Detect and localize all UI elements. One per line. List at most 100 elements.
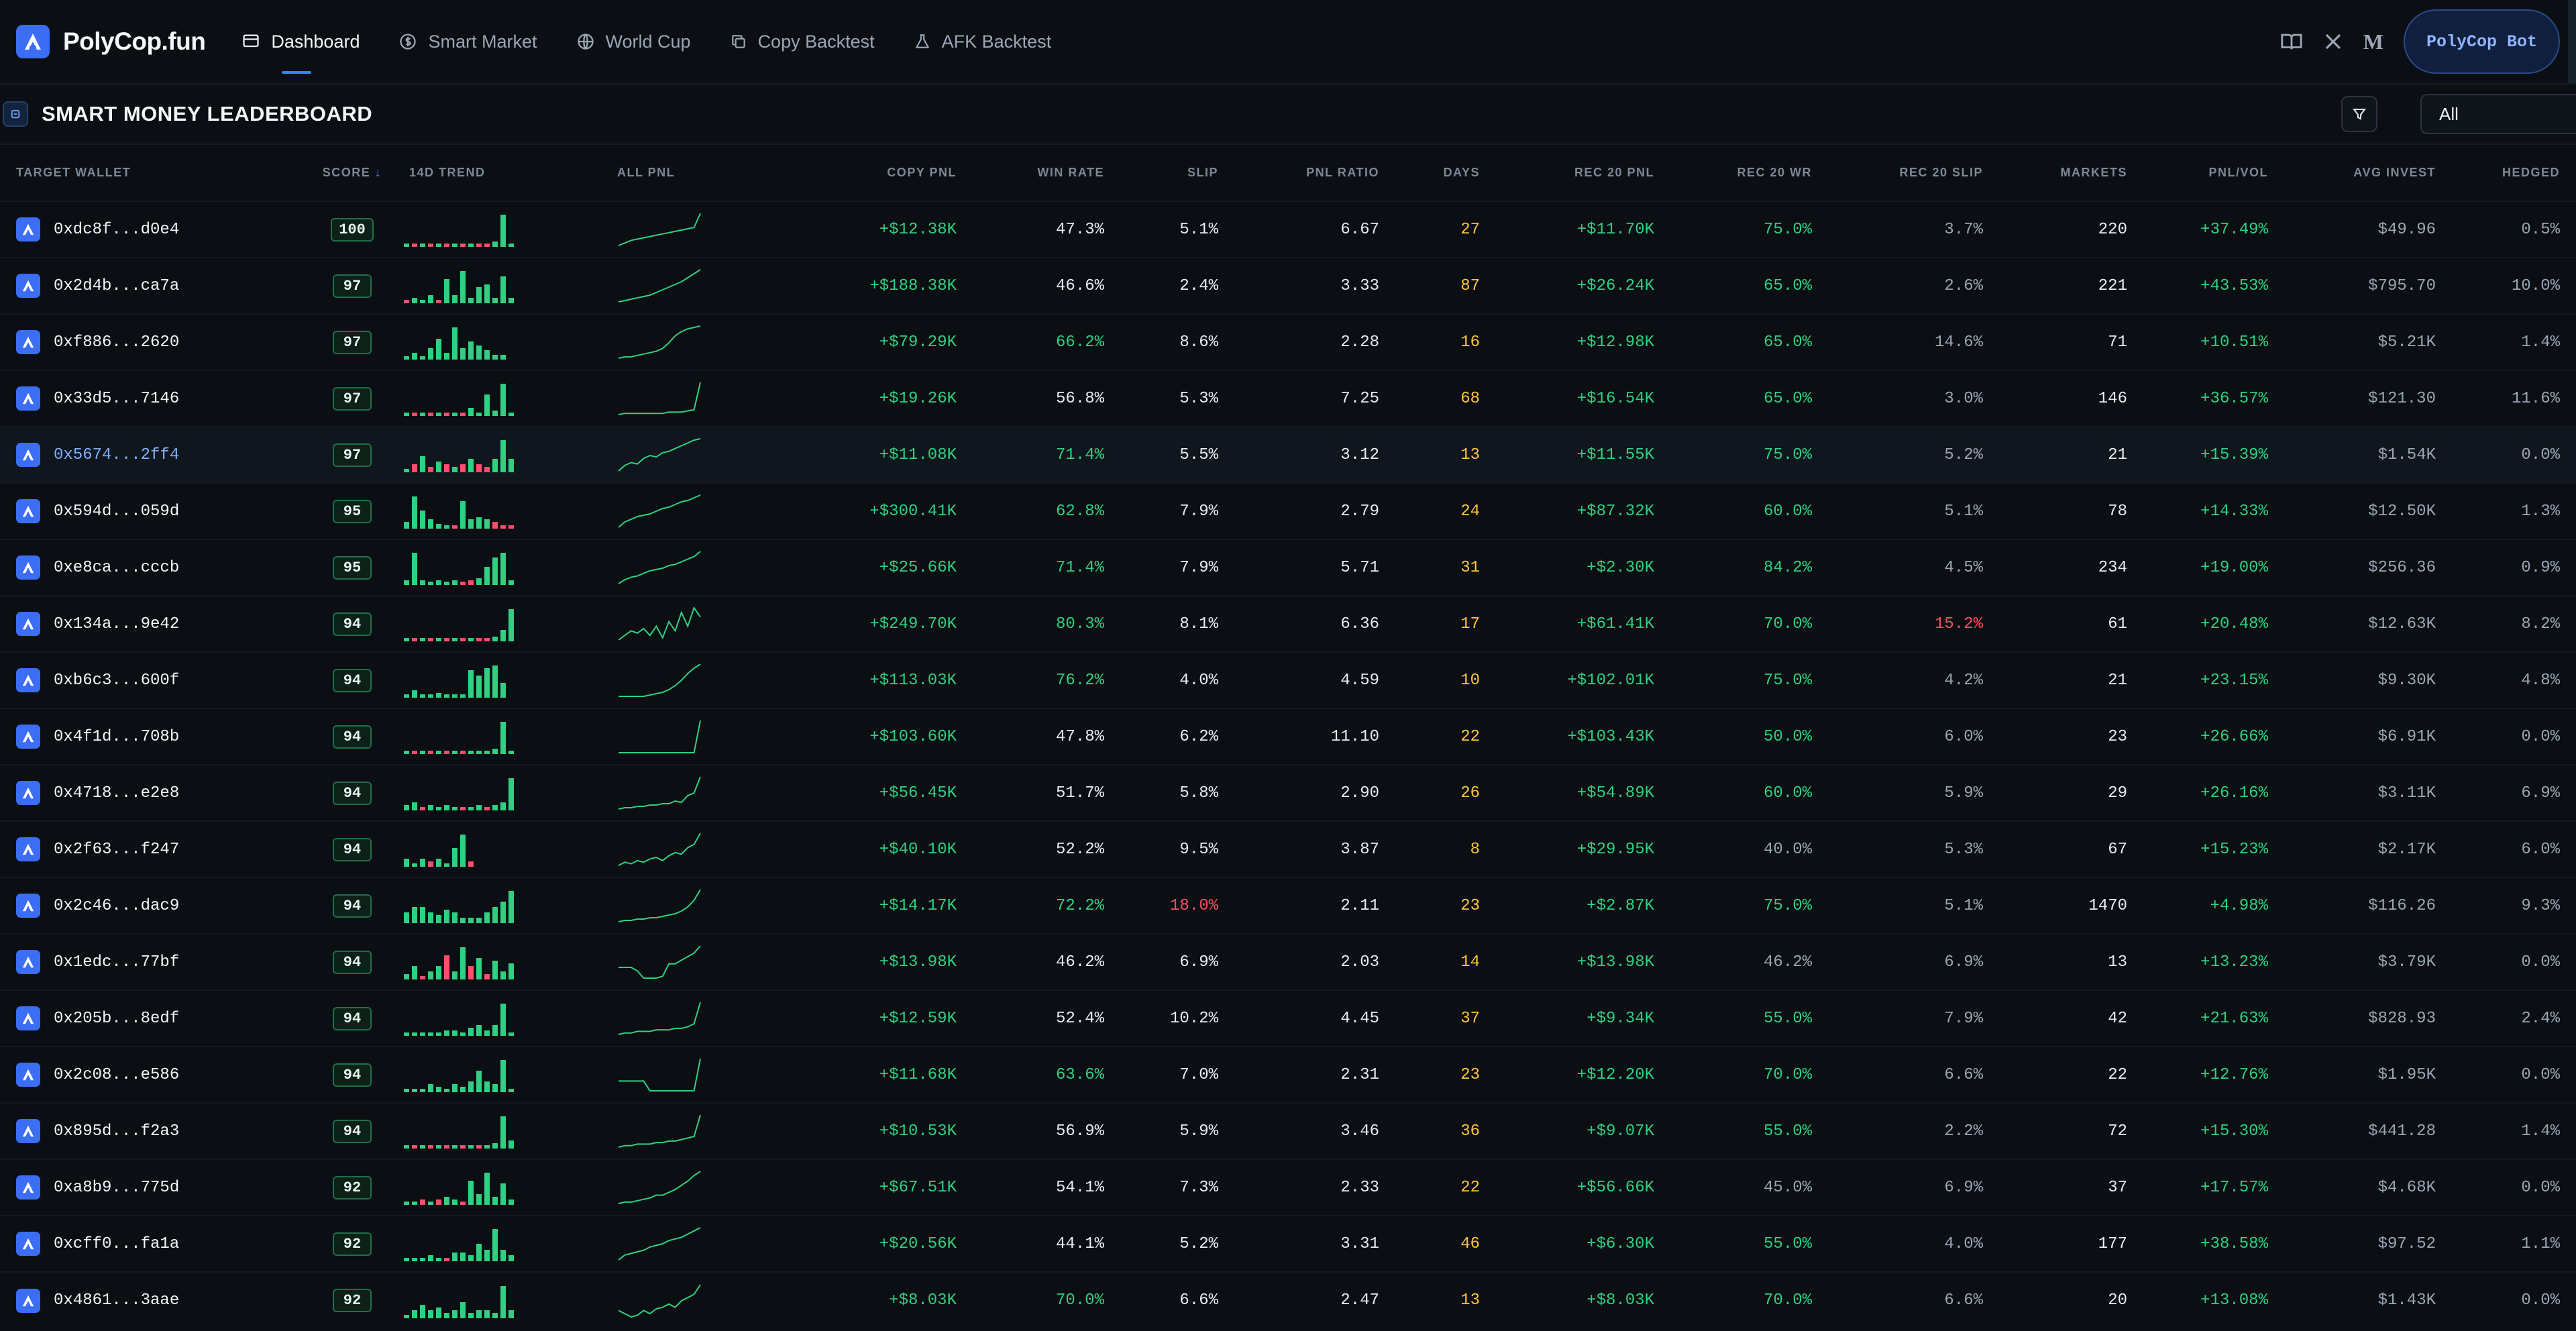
col-rec20-wr[interactable]: REC 20 WR (1670, 145, 1828, 201)
table-row[interactable]: 0xdc8f...d0e4 100 +$12.38K 47.3% 5.1% 6.67 27 +… (0, 201, 2576, 258)
table-row[interactable]: 0x1edc...77bf 94 +$13.98K 46.2% 6.9% 2.03 14 +$… (0, 933, 2576, 990)
table-row[interactable]: 0x2f63...f247 94 +$40.10K 52.2% 9.5% 3.87 8 +$2… (0, 820, 2576, 877)
filter-select[interactable]: All (2420, 94, 2576, 134)
wallet[interactable]: 0xf886...2620 (16, 330, 302, 354)
wallet-cell[interactable]: 0x1edc...77bf (0, 933, 302, 990)
col-days[interactable]: DAYS (1395, 145, 1496, 201)
trend-bar (476, 676, 482, 698)
col-avg-invest[interactable]: AVG INVEST (2284, 145, 2452, 201)
wallet-cell[interactable]: 0xb6c3...600f (0, 651, 302, 708)
wallet[interactable]: 0x33d5...7146 (16, 386, 302, 411)
nav-smart-market[interactable]: Smart Market (398, 0, 537, 83)
trend-cell (402, 482, 617, 539)
nav-copy-backtest[interactable]: Copy Backtest (730, 0, 875, 83)
wallet[interactable]: 0xb6c3...600f (16, 668, 302, 692)
col-hedged[interactable]: HEDGED (2452, 145, 2576, 201)
wallet-cell[interactable]: 0xe8ca...cccb (0, 539, 302, 596)
scrollbar[interactable] (2568, 0, 2576, 83)
wallet[interactable]: 0x134a...9e42 (16, 612, 302, 636)
table-row[interactable]: 0x2c08...e586 94 +$11.68K 63.6% 7.0% 2.31 23 +$… (0, 1046, 2576, 1103)
table-row[interactable]: 0xf886...2620 97 +$79.29K 66.2% 8.6% 2.28 16 +$… (0, 313, 2576, 370)
col-copy-pnl[interactable]: COPY PNL (745, 145, 973, 201)
filter-button[interactable] (2341, 96, 2377, 132)
wallet[interactable]: 0x2d4b...ca7a (16, 274, 302, 298)
nav-world-cup[interactable]: World Cup (576, 0, 691, 83)
wallet-cell[interactable]: 0x895d...f2a3 (0, 1102, 302, 1159)
rec20-wr-cell: 55.0% (1670, 990, 1828, 1047)
col-pnl-ratio[interactable]: PNL RATIO (1234, 145, 1395, 201)
wallet[interactable]: 0xe8ca...cccb (16, 555, 302, 580)
wallet[interactable]: 0x2c08...e586 (16, 1063, 302, 1087)
wallet-cell[interactable]: 0x33d5...7146 (0, 370, 302, 427)
table-row[interactable]: 0xcff0...fa1a 92 +$20.56K 44.1% 5.2% 3.31 46 +$… (0, 1215, 2576, 1272)
table-row[interactable]: 0x895d...f2a3 94 +$10.53K 56.9% 5.9% 3.46 36 +$… (0, 1102, 2576, 1159)
table-row[interactable]: 0xa8b9...775d 92 +$67.51K 54.1% 7.3% 2.33 22 +$… (0, 1159, 2576, 1216)
trend-bar (404, 638, 409, 641)
trend-bar (436, 244, 441, 247)
wallet-address: 0xcff0...fa1a (54, 1234, 180, 1253)
wallet-cell[interactable]: 0x4861...3aae (0, 1271, 302, 1328)
wallet-cell[interactable]: 0xf886...2620 (0, 313, 302, 370)
wallet-cell[interactable]: 0x4718...e2e8 (0, 764, 302, 821)
nav-afk-backtest[interactable]: AFK Backtest (914, 0, 1051, 83)
nav-dashboard[interactable]: Dashboard (241, 0, 360, 83)
wallet[interactable]: 0x4861...3aae (16, 1288, 302, 1313)
table-row[interactable]: 0xb6c3...600f 94 +$113.03K 76.2% 4.0% 4.59 10 +… (0, 651, 2576, 708)
table-row[interactable]: 0xe8ca...cccb 95 +$25.66K 71.4% 7.9% 5.71 31 +$… (0, 539, 2576, 596)
table-row[interactable]: 0x4861...3aae 92 +$8.03K 70.0% 6.6% 2.47 13 +$8… (0, 1271, 2576, 1328)
table-row[interactable]: 0x5674...2ff4 97 +$11.08K 71.4% 5.5% 3.12 13 +$… (0, 426, 2576, 483)
wallet[interactable]: 0x2f63...f247 (16, 837, 302, 861)
wallet[interactable]: 0x205b...8edf (16, 1006, 302, 1030)
wallet[interactable]: 0x1edc...77bf (16, 950, 302, 974)
col-markets[interactable]: MARKETS (1999, 145, 2143, 201)
col-rec20-slip[interactable]: REC 20 SLIP (1828, 145, 1999, 201)
wallet-cell[interactable]: 0x2c46...dac9 (0, 877, 302, 934)
wallet-cell[interactable]: 0xcff0...fa1a (0, 1215, 302, 1272)
wallet[interactable]: 0x2c46...dac9 (16, 894, 302, 918)
book-icon[interactable] (2280, 32, 2303, 52)
col-slip[interactable]: SLIP (1120, 145, 1234, 201)
brand[interactable]: PolyCop.fun (16, 25, 206, 58)
wallet[interactable]: 0x4f1d...708b (16, 725, 302, 749)
wallet-cell[interactable]: 0x205b...8edf (0, 990, 302, 1047)
table-row[interactable]: 0x205b...8edf 94 +$12.59K 52.4% 10.2% 4.45 37 +… (0, 990, 2576, 1047)
table-row[interactable]: 0x134a...9e42 94 +$249.70K 80.3% 8.1% 6.36 17 +… (0, 595, 2576, 652)
table-row[interactable]: 0x33d5...7146 97 +$19.26K 56.8% 5.3% 7.25 68 +$… (0, 370, 2576, 427)
medium-icon[interactable]: M (2363, 30, 2383, 54)
rec20-slip-cell: 6.6% (1828, 1271, 1999, 1328)
x-icon[interactable] (2323, 32, 2343, 52)
trend-bar (420, 1089, 425, 1092)
col-score[interactable]: SCORE ↓ (302, 145, 402, 201)
wallet-cell[interactable]: 0x4f1d...708b (0, 708, 302, 765)
days-cell: 17 (1395, 595, 1496, 652)
wallet[interactable]: 0xcff0...fa1a (16, 1232, 302, 1256)
wallet-cell[interactable]: 0xdc8f...d0e4 (0, 201, 302, 258)
table-row[interactable]: 0x4718...e2e8 94 +$56.45K 51.7% 5.8% 2.90 26 +$… (0, 764, 2576, 821)
polycop-bot-button[interactable]: PolyCop Bot (2403, 9, 2560, 74)
wallet[interactable]: 0x5674...2ff4 (16, 443, 302, 467)
wallet[interactable]: 0x895d...f2a3 (16, 1119, 302, 1143)
wallet-cell[interactable]: 0x2f63...f247 (0, 820, 302, 877)
copy-pnl-cell: +$40.10K (745, 820, 973, 877)
wallet[interactable]: 0xa8b9...775d (16, 1175, 302, 1200)
wallet[interactable]: 0x4718...e2e8 (16, 781, 302, 805)
col-pnl-vol[interactable]: PNL/VOL (2143, 145, 2284, 201)
wallet-cell[interactable]: 0x134a...9e42 (0, 595, 302, 652)
days-cell: 87 (1395, 257, 1496, 314)
wallet-cell[interactable]: 0x594d...059d (0, 482, 302, 539)
table-row[interactable]: 0x4f1d...708b 94 +$103.60K 47.8% 6.2% 11.10 22… (0, 708, 2576, 765)
wallet-cell[interactable]: 0x5674...2ff4 (0, 426, 302, 483)
col-target-wallet[interactable]: TARGET WALLET (0, 145, 302, 201)
filter-select-value: All (2439, 103, 2459, 124)
wallet-cell[interactable]: 0x2d4b...ca7a (0, 257, 302, 314)
trend-bar (508, 413, 514, 416)
table-row[interactable]: 0x2d4b...ca7a 97 +$188.38K 46.6% 2.4% 3.33 87 +… (0, 257, 2576, 314)
wallet-cell[interactable]: 0x2c08...e586 (0, 1046, 302, 1103)
table-row[interactable]: 0x594d...059d 95 +$300.41K 62.8% 7.9% 2.79 24 +… (0, 482, 2576, 539)
wallet-cell[interactable]: 0xa8b9...775d (0, 1159, 302, 1216)
col-win-rate[interactable]: WIN RATE (973, 145, 1120, 201)
wallet[interactable]: 0xdc8f...d0e4 (16, 217, 302, 242)
wallet[interactable]: 0x594d...059d (16, 499, 302, 523)
col-rec20-pnl[interactable]: REC 20 PNL (1496, 145, 1670, 201)
table-row[interactable]: 0x2c46...dac9 94 +$14.17K 72.2% 18.0% 2.11 23 +… (0, 877, 2576, 934)
